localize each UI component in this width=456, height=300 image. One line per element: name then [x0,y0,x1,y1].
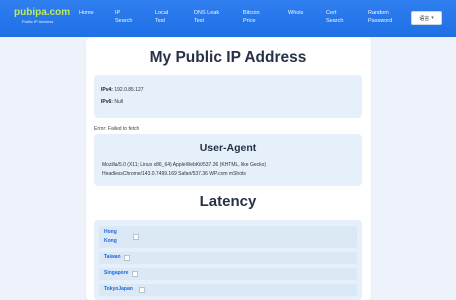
latency-title: Latency [199,193,257,210]
user-agent-line-1: Mozilla/5.0 (X11; Linux x86_64) AppleWeb… [102,162,267,168]
latency-row-label: TokyoJapan [104,286,133,292]
nav-bitcoin-price-label-2: Price [243,18,256,24]
ipv6-line: IPv6: Null [101,99,123,105]
nav-ip-search-label-2: Search [115,18,133,24]
ipv6-label: IPv6: [101,99,113,105]
user-agent-string: Mozilla/5.0 (X11; Linux x86_64) AppleWeb… [102,161,302,179]
broken-image-icon [124,255,130,261]
nav-local-test-label-2: Test [155,18,166,24]
latency-row-label: Taiwan [104,254,121,260]
nav-cert-search[interactable]: Cert Search [326,9,343,25]
broken-image-icon [139,287,145,293]
latency-row-label: Hong Kong [104,228,117,246]
language-select[interactable]: 语言 ▾ [411,11,442,25]
nav-bitcoin-price[interactable]: Bitcoin Price [243,9,260,25]
ipv4-line: IPv4: 192.0.85.127 [101,87,144,93]
nav-ip-search[interactable]: IP Search [115,9,132,25]
ipv4-value: 192.0.85.127 [114,87,144,93]
nav-local-test[interactable]: Local Test [155,9,168,25]
site-tagline: Public IP Address [22,19,54,24]
latency-row-label: Singapore [104,270,129,276]
user-agent-title: User-Agent [199,142,257,154]
ip-panel [94,75,362,118]
nav-random-password[interactable]: Random Password [368,9,392,25]
nav-dns-leak-test-label-2: Test [194,18,205,24]
nav-dns-leak-test[interactable]: DNS Leak Test [194,9,219,25]
ipv6-value: Null [114,99,123,105]
latency-row-tokyo-japan: TokyoJapan [99,284,357,296]
site-logo[interactable]: pubipa.com [14,8,70,18]
latency-row-singapore: Singapore [99,268,357,280]
nav-cert-search-label-1: Cert [326,10,337,16]
nav-random-password-label-2: Password [368,18,393,24]
nav-random-password-label-1: Random [368,10,389,16]
page-title: My Public IP Address [149,49,307,66]
language-select-label: 语言 [419,15,430,22]
top-navbar: pubipa.com Public IP Address Home IP Sea… [0,0,456,37]
broken-image-icon [132,271,138,277]
user-agent-line-2: HeadlessChrome/143.0.7499.169 Safari/537… [102,171,246,177]
nav-dns-leak-test-label-1: DNS Leak [194,10,220,16]
nav-home-label: Home [79,10,94,16]
nav-cert-search-label-2: Search [326,18,344,24]
chevron-down-icon: ▾ [431,15,434,21]
nav-whois-label: Whois [288,10,304,16]
nav-local-test-label-1: Local [155,10,169,16]
latency-row-hong-kong: Hong Kong [99,226,357,248]
ipv4-label: IPv4: [101,87,113,93]
nav-ip-search-label-1: IP [115,10,121,16]
latency-row-label-line-2: Kong [104,238,117,244]
latency-row-label-line-1: Hong [104,229,117,235]
latency-row-taiwan: Taiwan [99,252,357,264]
nav-home[interactable]: Home [79,9,94,17]
nav-bitcoin-price-label-1: Bitcoin [243,10,260,16]
nav-whois[interactable]: Whois [288,9,303,17]
broken-image-icon [133,234,139,240]
error-message: Error: Failed to fetch [94,126,140,132]
